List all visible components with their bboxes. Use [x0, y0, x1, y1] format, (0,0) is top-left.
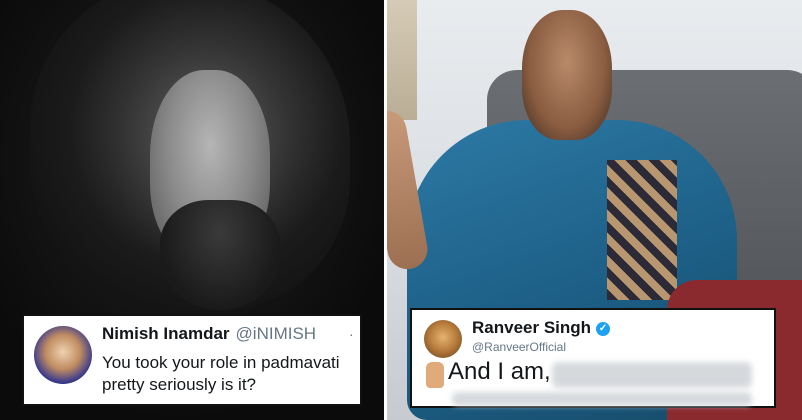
sweater-shape: [607, 160, 677, 300]
user-handle[interactable]: @RanveerOfficial: [472, 340, 566, 354]
display-name[interactable]: Nimish Inamdar: [102, 324, 230, 343]
tweet-author[interactable]: Nimish Inamdar @iNIMISH: [102, 324, 316, 344]
tweet-card-left[interactable]: Nimish Inamdar @iNIMISH · You took your r…: [22, 314, 362, 406]
tweet-text: You took your role in padmavati pretty s…: [102, 353, 340, 394]
lamp-shape: [387, 0, 417, 120]
user-handle[interactable]: @iNIMISH: [236, 324, 317, 343]
tweet-text: And I am,: [448, 358, 551, 385]
tweet-card-right[interactable]: Ranveer Singh ✓ @RanveerOfficial And I am…: [410, 308, 776, 408]
tweet-author[interactable]: Ranveer Singh ✓: [472, 318, 611, 338]
display-name[interactable]: Ranveer Singh: [472, 318, 591, 337]
blurred-text: [552, 362, 752, 388]
head-shape: [522, 10, 612, 140]
avatar[interactable]: [34, 326, 92, 384]
verified-badge-icon: ✓: [596, 321, 611, 336]
beard-shape: [160, 200, 280, 310]
more-dot-icon[interactable]: ·: [349, 326, 354, 342]
pointing-hand-emoji-icon: [426, 362, 444, 388]
avatar[interactable]: [424, 320, 462, 358]
blurred-text: [452, 392, 752, 406]
